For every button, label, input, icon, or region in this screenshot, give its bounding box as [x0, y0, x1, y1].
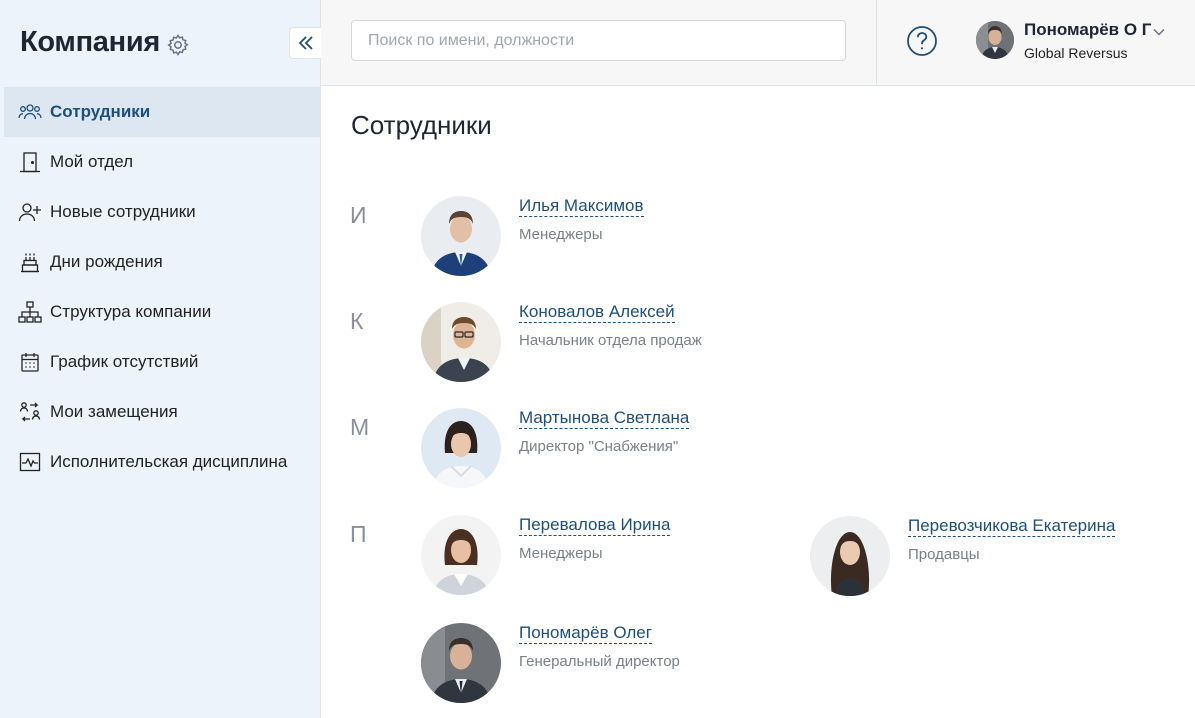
employee-name-link[interactable]: Коновалов Алексей	[519, 302, 675, 323]
sidebar-header: Компания	[0, 0, 321, 86]
group-letter: И	[350, 202, 367, 228]
sidebar-item-executive-discipline[interactable]: Исполнительская дисциплина	[4, 437, 320, 487]
sidebar-item-my-substitutions[interactable]: Мои замещения	[4, 387, 320, 437]
door-icon	[17, 150, 43, 174]
search-input[interactable]	[351, 20, 846, 61]
sidebar-item-label: Исполнительская дисциплина	[50, 452, 288, 471]
employee-photo[interactable]	[421, 623, 501, 703]
sidebar-item-label: Мой отдел	[50, 152, 134, 171]
sidebar-item-label: Дни рождения	[50, 252, 163, 271]
page-title: Сотрудники	[351, 110, 492, 140]
calendar-icon	[17, 350, 43, 374]
sidebar-nav: Сотрудники Мой отдел Новые сотрудники Дн…	[4, 87, 320, 487]
sidebar-item-label: Новые сотрудники	[50, 202, 196, 221]
employee-name-link[interactable]: Мартынова Светлана	[519, 408, 690, 429]
avatar[interactable]	[976, 21, 1014, 59]
user-company: Global Reversus	[1024, 45, 1128, 61]
substitution-icon	[17, 400, 43, 424]
employee-role: Менеджеры	[519, 226, 603, 243]
user-plus-icon	[17, 200, 43, 224]
group-letter: П	[350, 521, 367, 547]
sidebar: Компания Сотрудники Мой отдел Новые сотр…	[0, 0, 321, 718]
double-chevron-left-icon	[298, 36, 313, 50]
employee-role: Менеджеры	[519, 545, 603, 562]
sidebar-item-label: Структура компании	[50, 302, 212, 321]
employee-role: Директор "Снабжения"	[519, 438, 679, 455]
main-content: Сотрудники И Илья Максимов Менеджеры К К…	[321, 86, 1195, 718]
user-name[interactable]: Пономарёв О Г	[1024, 20, 1151, 40]
gear-icon[interactable]	[166, 33, 190, 57]
topbar-divider	[876, 0, 877, 86]
employee-photo[interactable]	[421, 196, 501, 276]
chart-pulse-icon	[17, 450, 43, 474]
employee-role: Генеральный директор	[519, 653, 680, 670]
cake-icon	[17, 250, 43, 274]
app-root: Компания Сотрудники Мой отдел Новые сотр…	[0, 0, 1195, 718]
sidebar-item-label: Мои замещения	[50, 402, 178, 421]
group-letter: М	[350, 414, 370, 440]
sidebar-item-absence-schedule[interactable]: График отсутствий	[4, 337, 320, 387]
sidebar-item-employees[interactable]: Сотрудники	[4, 87, 320, 137]
sidebar-item-birthdays[interactable]: Дни рождения	[4, 237, 320, 287]
employee-photo[interactable]	[421, 515, 501, 595]
sidebar-item-label: Сотрудники	[50, 102, 151, 121]
employee-role: Продавцы	[908, 546, 980, 563]
app-title: Компания	[20, 26, 160, 58]
sidebar-item-company-structure[interactable]: Структура компании	[4, 287, 320, 337]
chevron-down-icon[interactable]	[1151, 24, 1167, 40]
employee-role: Начальник отдела продаж	[519, 332, 702, 349]
employee-photo[interactable]	[421, 408, 501, 488]
employee-photo[interactable]	[810, 516, 890, 596]
top-bar: Пономарёв О Г Global Reversus	[321, 0, 1195, 86]
sidebar-item-label: График отсутствий	[50, 352, 199, 371]
group-letter: К	[350, 308, 364, 334]
employee-photo[interactable]	[421, 302, 501, 382]
sidebar-item-my-department[interactable]: Мой отдел	[4, 137, 320, 187]
org-structure-icon	[17, 300, 43, 324]
employee-name-link[interactable]: Пономарёв Олег	[519, 623, 652, 644]
employee-name-link[interactable]: Перевозчикова Екатерина	[908, 516, 1116, 537]
sidebar-item-new-employees[interactable]: Новые сотрудники	[4, 187, 320, 237]
employee-name-link[interactable]: Илья Максимов	[519, 196, 644, 217]
employee-name-link[interactable]: Перевалова Ирина	[519, 515, 671, 536]
users-icon	[17, 100, 43, 124]
help-icon[interactable]	[906, 25, 938, 57]
collapse-sidebar-button[interactable]	[289, 27, 321, 59]
